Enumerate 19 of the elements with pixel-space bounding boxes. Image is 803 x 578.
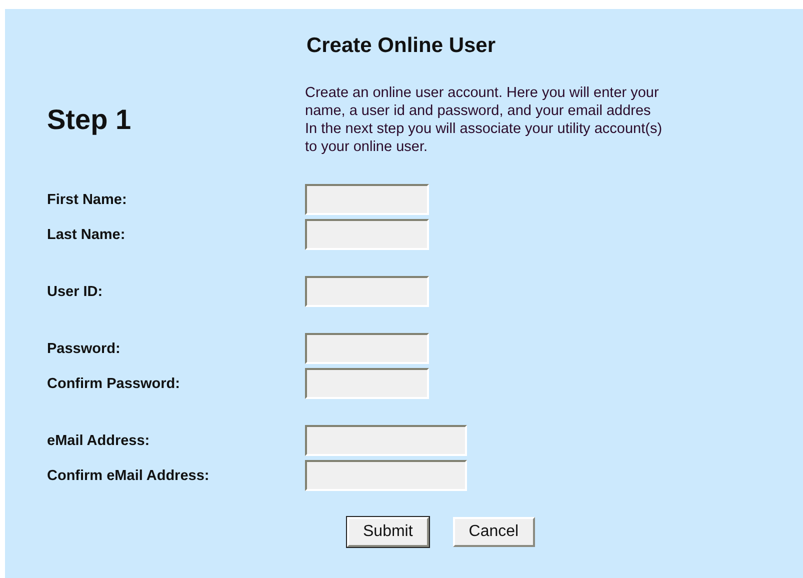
input-field[interactable] [305, 276, 429, 307]
input-field[interactable] [305, 333, 429, 364]
input-field[interactable] [305, 425, 467, 456]
input-field[interactable] [305, 368, 429, 399]
field-label: Confirm eMail Address: [46, 468, 210, 484]
cancel-button[interactable]: Cancel [452, 517, 535, 547]
field-label: First Name: [46, 192, 128, 208]
description-text: Create an online user account. Here you will enter your name, a user id and password, and your email addres In the next step you will associate your utility account(s) to your online user. [305, 84, 662, 156]
step-heading: Step 1 [47, 103, 132, 137]
page-title: Create Online User [305, 34, 497, 58]
input-field[interactable] [305, 184, 429, 215]
input-field[interactable] [305, 460, 467, 491]
field-label: eMail Address: [46, 432, 151, 448]
field-label: Last Name: [46, 226, 126, 242]
field-label: Confirm Password: [46, 376, 181, 392]
submit-button[interactable]: Submit [347, 517, 429, 547]
field-label: User ID: [46, 284, 104, 300]
input-field[interactable] [305, 219, 429, 250]
field-label: Password: [46, 340, 122, 356]
